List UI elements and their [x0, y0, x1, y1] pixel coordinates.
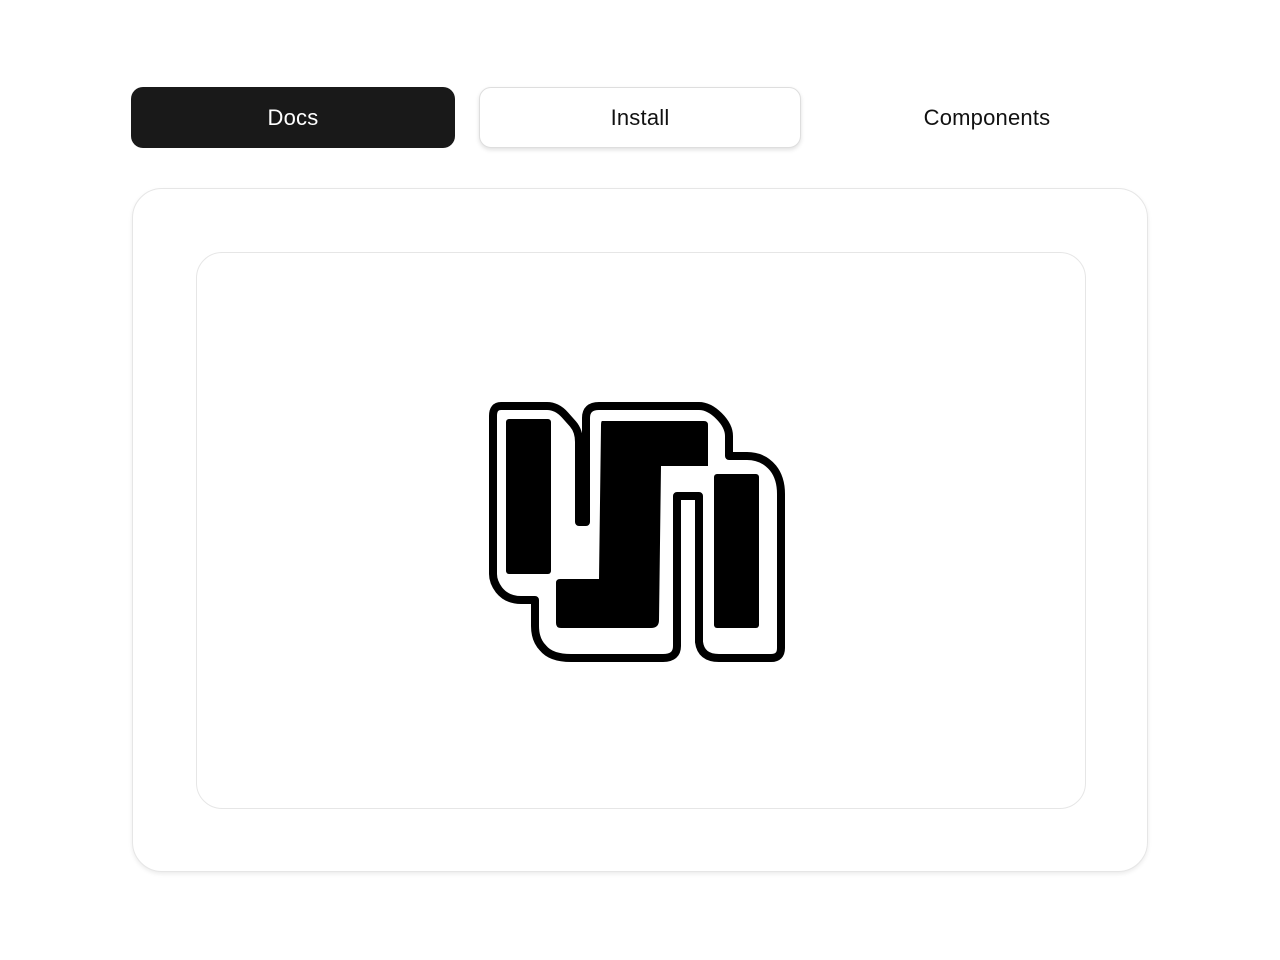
logo-bar-left: [506, 419, 551, 574]
docs-button-label: Docs: [267, 104, 319, 130]
logo-bar-right: [714, 474, 759, 628]
preview-inner-card: [196, 252, 1086, 809]
components-button[interactable]: Components: [825, 87, 1149, 148]
top-nav: Docs Install Components: [131, 87, 1149, 148]
docs-button[interactable]: Docs: [131, 87, 455, 148]
install-button-label: Install: [610, 104, 670, 130]
page: Docs Install Components: [0, 0, 1280, 960]
install-button[interactable]: Install: [479, 87, 801, 148]
brand-logo-icon: [489, 402, 785, 662]
components-button-label: Components: [923, 104, 1051, 130]
preview-card: [132, 188, 1148, 872]
